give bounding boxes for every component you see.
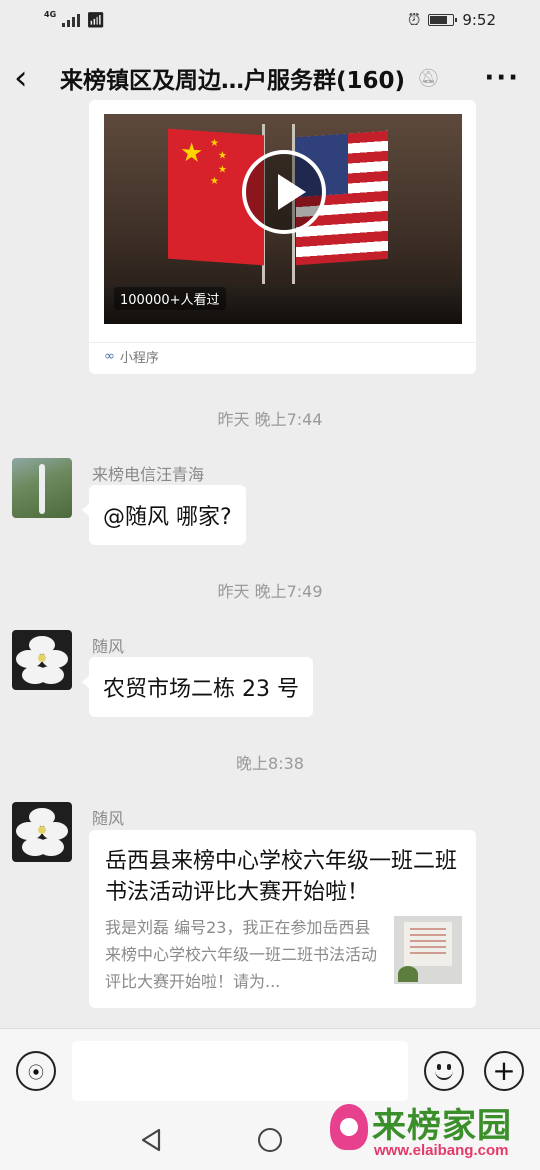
nav-home-icon[interactable] [258,1128,282,1152]
message-input[interactable] [72,1041,408,1101]
more-options-icon[interactable]: ··· [484,63,526,93]
chat-title: 来榜镇区及周边…户服务群(160) [60,68,406,94]
sender-name: 随风 [92,637,125,656]
message-text: @随风 哪家? [103,505,232,530]
article-description: 我是刘磊 编号23，我正在参加岳西县来榜中心学校六年级一班二班书法活动评比大赛开… [105,918,378,991]
watermark: 来榜家园 www.elaibang.com [330,1098,536,1164]
wifi-icon: 📶︎ [86,11,106,29]
mini-program-label: 小程序 [119,351,159,366]
watermark-brand: 来榜家园 [372,1106,512,1146]
mini-program-icon: ∞ [104,349,115,364]
timestamp: 晚上8:38 [236,754,304,773]
avatar[interactable] [12,802,72,862]
avatar[interactable] [12,630,72,690]
clock: 9:52 [462,11,496,29]
video-thumbnail[interactable]: ★ ★ ★ ★ ★ 100000+人看过 [104,114,462,324]
watermark-logo-icon [330,1104,368,1150]
divider [89,342,476,343]
play-icon[interactable] [242,150,326,234]
mute-icon: 🔕︎ [417,67,440,89]
signal-icon [62,13,81,27]
network-type: 4G [44,9,57,19]
message-bubble[interactable]: 农贸市场二栋 23 号 [82,657,313,717]
article-title: 岳西县来榜中心学校六年级一班二班书法活动评比大赛开始啦！ [105,849,458,905]
mini-program-tag: ∞ 小程序 [104,347,159,366]
avatar[interactable] [12,458,72,518]
add-icon[interactable]: + [484,1051,524,1091]
battery-icon [428,14,458,26]
status-bar: 4G 📶︎ ⏰︎ 9:52 [0,0,540,40]
sender-name: 来榜电信汪青海 [92,465,205,484]
timestamp: 昨天 晚上7:44 [217,410,323,429]
back-icon[interactable]: ‹ [14,61,50,95]
message-text: 农贸市场二栋 23 号 [103,677,299,702]
sender-name: 随风 [92,809,125,828]
timestamp: 昨天 晚上7:49 [217,582,323,601]
alarm-icon: ⏰︎ [407,10,421,29]
article-thumbnail [394,916,462,984]
article-card[interactable]: 岳西县来榜中心学校六年级一班二班书法活动评比大赛开始啦！ 我是刘磊 编号23，我… [89,830,476,1008]
mini-program-card[interactable]: ★ ★ ★ ★ ★ 100000+人看过 ∞ 小程序 [89,100,476,374]
message-bubble[interactable]: @随风 哪家? [82,485,246,545]
nav-back-icon[interactable] [140,1128,162,1152]
voice-icon[interactable]: ⦿ [16,1051,56,1091]
view-count: 100000+人看过 [114,287,226,310]
watermark-url: www.elaibang.com [374,1142,509,1159]
emoji-icon[interactable] [424,1051,464,1091]
